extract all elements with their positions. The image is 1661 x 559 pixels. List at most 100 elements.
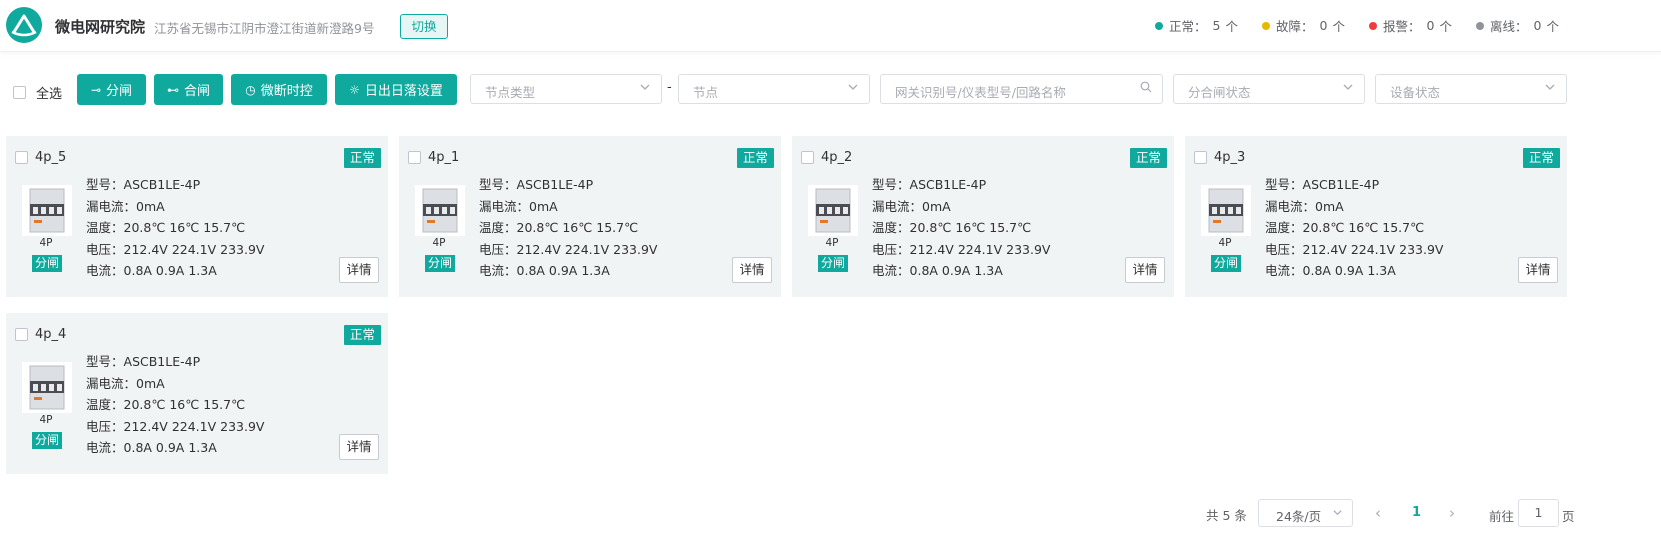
detail-button[interactable]: 详情: [1125, 257, 1165, 283]
open-switch-icon: ⊸: [90, 82, 102, 97]
card-checkbox[interactable]: [15, 328, 28, 341]
sun-icon: ☼: [349, 82, 360, 97]
goto-tail: 页: [1562, 509, 1575, 524]
goto-page-input[interactable]: 1: [1518, 499, 1559, 527]
temp-row: 温度：20.8℃ 16℃ 15.7℃: [479, 220, 639, 236]
node-type-select[interactable]: 节点类型: [470, 74, 662, 104]
status-badge: 正常: [1522, 148, 1560, 168]
leak-row: 漏电流：0mA: [86, 198, 165, 214]
next-page-button[interactable]: ›: [1449, 504, 1455, 522]
clock-icon: ◷: [245, 82, 256, 97]
status-alarm: 报警： 0 个: [1369, 16, 1452, 35]
gate-state-badge: 分闸: [32, 255, 63, 272]
switch-state-select[interactable]: 分合闸状态: [1173, 74, 1365, 104]
device-name: 4p_4: [35, 327, 67, 342]
model-row: 型号：ASCB1LE-4P: [86, 354, 201, 369]
close-button-label: 合闸: [183, 84, 210, 99]
offline-dot-icon: [1476, 21, 1484, 30]
breaker-image-icon: [22, 185, 72, 236]
chevron-down-icon: [1343, 84, 1353, 90]
current-row: 电流：0.8A 0.9A 1.3A: [86, 263, 217, 279]
logo-icon: [6, 7, 42, 43]
site-name: 微电网研究院: [55, 18, 146, 36]
status-count: 0: [1319, 18, 1328, 33]
status-badge: 正常: [1129, 148, 1167, 168]
voltage-row: 电压：212.4V 224.1V 233.9V: [479, 241, 658, 257]
card-checkbox[interactable]: [408, 151, 421, 164]
device-caption: 4P: [1218, 237, 1232, 249]
device-state-placeholder: 设备状态: [1390, 85, 1441, 100]
temp-row: 温度：20.8℃ 16℃ 15.7℃: [86, 220, 246, 236]
card-checkbox[interactable]: [1194, 151, 1207, 164]
select-all[interactable]: 全选: [13, 83, 62, 102]
page-number-1[interactable]: 1: [1412, 505, 1421, 520]
micro-timer-button[interactable]: ◷ 微断时控: [231, 74, 327, 105]
current-row: 电流：0.8A 0.9A 1.3A: [479, 263, 610, 279]
node-select[interactable]: 节点: [678, 74, 870, 104]
current-row: 电流：0.8A 0.9A 1.3A: [872, 263, 1003, 279]
gate-state-badge: 分闸: [425, 255, 456, 272]
device-card: 4p_4 正常 4P 分闸 型号：ASCB1LE-4P 漏电流：0mA 温度：20.8℃ 1…: [6, 313, 388, 474]
status-label: 报警：: [1383, 19, 1421, 34]
model-row: 型号：ASCB1LE-4P: [1265, 177, 1380, 192]
status-offline: 离线： 0 个: [1476, 16, 1559, 35]
current-row: 电流：0.8A 0.9A 1.3A: [86, 440, 217, 456]
search-icon[interactable]: [1140, 81, 1152, 93]
chevron-down-icon: [1333, 510, 1342, 516]
status-badge: 正常: [343, 325, 381, 345]
open-button-label: 分闸: [106, 84, 133, 99]
detail-button[interactable]: 详情: [732, 257, 772, 283]
status-count: 5: [1212, 18, 1221, 33]
page-size-select[interactable]: 24条/页: [1258, 499, 1353, 527]
status-count: 0: [1533, 18, 1542, 33]
node-placeholder: 节点: [693, 85, 719, 100]
status-label: 离线：: [1490, 19, 1528, 34]
device-info: 型号：ASCB1LE-4P 漏电流：0mA 温度：20.8℃ 16℃ 15.7℃ 电压…: [872, 174, 1050, 282]
detail-button[interactable]: 详情: [339, 257, 379, 283]
voltage-row: 电压：212.4V 224.1V 233.9V: [872, 241, 1051, 257]
status-label: 正常：: [1169, 19, 1207, 34]
gate-state-badge: 分闸: [1211, 255, 1242, 272]
device-name: 4p_1: [428, 150, 460, 165]
voltage-row: 电压：212.4V 224.1V 233.9V: [86, 418, 265, 434]
chevron-down-icon: [848, 84, 858, 90]
node-type-placeholder: 节点类型: [485, 85, 536, 100]
open-button[interactable]: ⊸ 分闸: [77, 74, 146, 105]
search-input[interactable]: 网关识别号/仪表型号/回路名称: [880, 74, 1163, 104]
current-row: 电流：0.8A 0.9A 1.3A: [1265, 263, 1396, 279]
temp-row: 温度：20.8℃ 16℃ 15.7℃: [1265, 220, 1425, 236]
sunrise-sunset-label: 日出日落设置: [364, 84, 443, 99]
card-checkbox[interactable]: [801, 151, 814, 164]
device-name: 4p_5: [35, 150, 67, 165]
gate-state-badge: 分闸: [818, 255, 849, 272]
device-name: 4p_2: [821, 150, 853, 165]
sunrise-sunset-button[interactable]: ☼ 日出日落设置: [335, 74, 457, 105]
status-badge: 正常: [343, 148, 381, 168]
detail-button[interactable]: 详情: [339, 434, 379, 460]
device-card: 4p_2 正常 4P 分闸 型号：ASCB1LE-4P 漏电流：0mA 温度：20.8℃ 1…: [792, 136, 1174, 297]
leak-row: 漏电流：0mA: [1265, 198, 1344, 214]
status-unit: 个: [1225, 19, 1238, 34]
device-info: 型号：ASCB1LE-4P 漏电流：0mA 温度：20.8℃ 16℃ 15.7℃ 电压…: [1265, 174, 1443, 282]
device-state-select[interactable]: 设备状态: [1375, 74, 1567, 104]
top-header: 微电网研究院 江苏省无锡市江阴市澄江街道新澄路9号 切换 正常： 5 个 故障：…: [0, 0, 1661, 52]
model-row: 型号：ASCB1LE-4P: [872, 177, 987, 192]
select-all-checkbox[interactable]: [13, 86, 26, 99]
card-checkbox[interactable]: [15, 151, 28, 164]
detail-button[interactable]: 详情: [1518, 257, 1558, 283]
breaker-image-icon: [808, 185, 858, 236]
prev-page-button[interactable]: ‹: [1375, 504, 1381, 522]
micro-timer-label: 微断时控: [260, 84, 313, 99]
device-card: 4p_3 正常 4P 分闸 型号：ASCB1LE-4P 漏电流：0mA 温度：20.8℃ 1…: [1185, 136, 1567, 297]
search-placeholder: 网关识别号/仪表型号/回路名称: [895, 85, 1066, 100]
model-row: 型号：ASCB1LE-4P: [479, 177, 594, 192]
device-info: 型号：ASCB1LE-4P 漏电流：0mA 温度：20.8℃ 16℃ 15.7℃ 电压…: [86, 174, 264, 282]
switch-site-button[interactable]: 切换: [400, 14, 448, 39]
gate-state-badge: 分闸: [32, 432, 63, 449]
voltage-row: 电压：212.4V 224.1V 233.9V: [1265, 241, 1444, 257]
leak-row: 漏电流：0mA: [479, 198, 558, 214]
pagination-total: 共 5 条: [1206, 508, 1247, 523]
site-address: 江苏省无锡市江阴市澄江街道新澄路9号: [154, 21, 375, 36]
breaker-image-icon: [22, 362, 72, 413]
close-button[interactable]: ⊷ 合闸: [154, 74, 223, 105]
